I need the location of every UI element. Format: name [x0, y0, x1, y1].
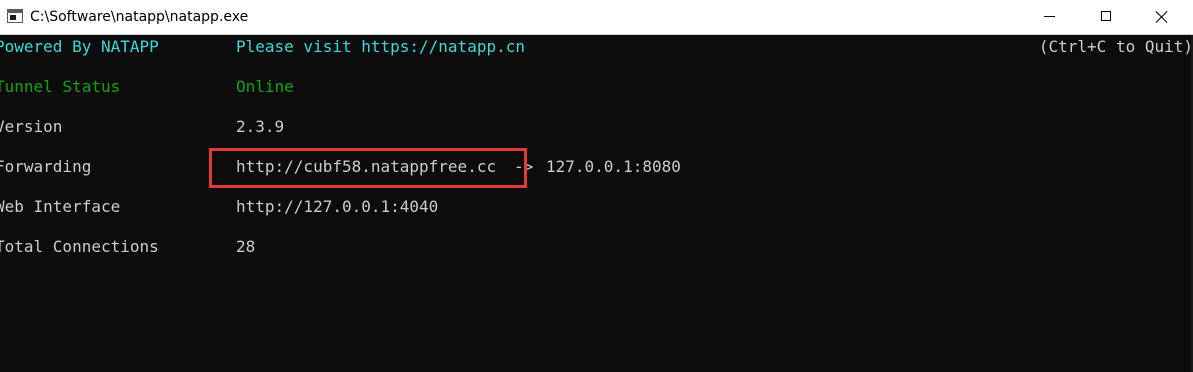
quit-hint: (Ctrl+C to Quit) [1038, 37, 1193, 56]
minimize-button[interactable] [1027, 0, 1073, 34]
version-label: Version [0, 117, 63, 136]
forwarding-target: 127.0.0.1:8080 [546, 157, 681, 176]
total-connections-label: Total Connections [0, 237, 159, 256]
maximize-icon [1101, 11, 1111, 21]
web-interface-value: http://127.0.0.1:4040 [236, 197, 439, 216]
forwarding-highlight-box [209, 148, 527, 188]
maximize-button[interactable] [1083, 0, 1129, 34]
window-title: C:\Software\natapp\natapp.exe [30, 9, 249, 25]
close-icon [1155, 10, 1169, 24]
powered-by-text: Powered By NATAPP [0, 37, 159, 56]
visit-text: Please visit https://natapp.cn [236, 37, 525, 56]
minimize-icon [1044, 16, 1055, 17]
forwarding-label: Forwarding [0, 157, 92, 176]
tunnel-status-label: Tunnel Status [0, 77, 121, 96]
console-window-icon[interactable] [7, 9, 23, 23]
web-interface-label: Web Interface [0, 197, 121, 216]
title-bar[interactable]: C:\Software\natapp\natapp.exe [0, 0, 1193, 35]
version-value: 2.3.9 [236, 117, 285, 136]
tunnel-status-value: Online [236, 77, 294, 96]
total-connections-value: 28 [236, 237, 256, 256]
console-output[interactable]: Powered By NATAPP Please visit https://n… [0, 35, 1193, 372]
console-window: C:\Software\natapp\natapp.exe Powered By… [0, 0, 1193, 372]
close-button[interactable] [1139, 0, 1185, 34]
